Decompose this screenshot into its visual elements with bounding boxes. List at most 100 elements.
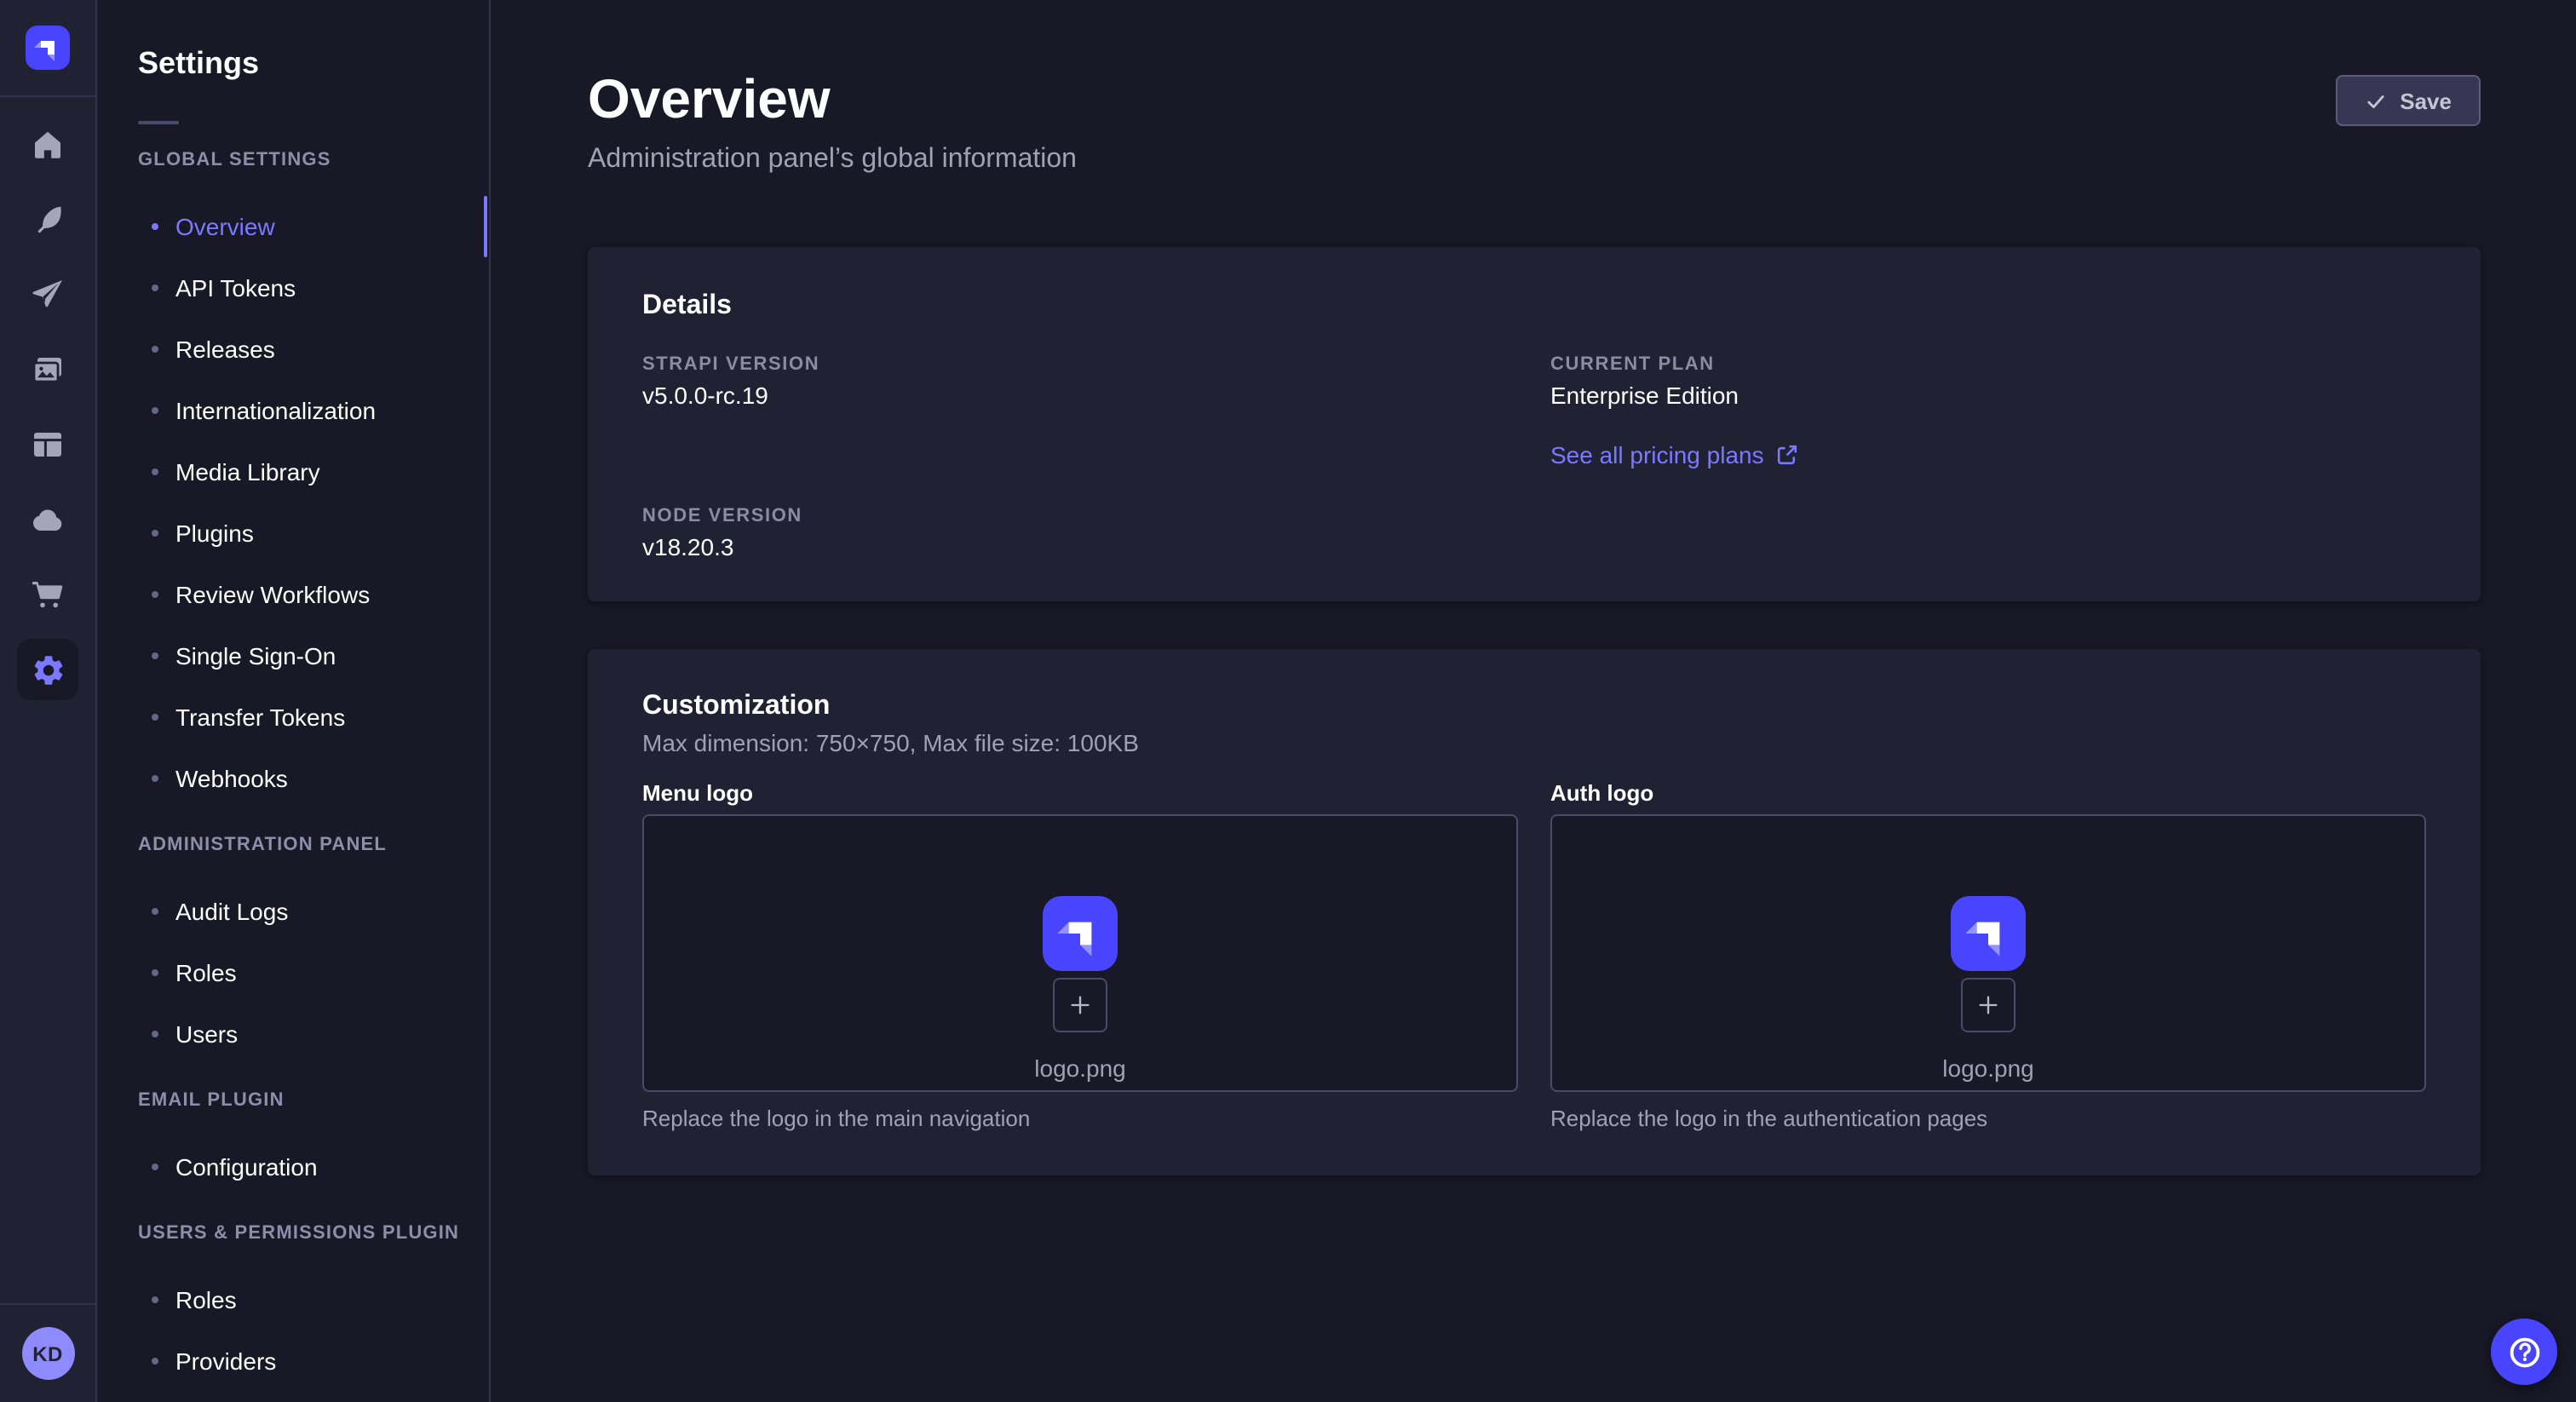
sidebar-item-up-providers[interactable]: Providers	[97, 1330, 489, 1392]
sidebar-item-label: Providers	[175, 1347, 276, 1375]
releases-paper-plane-icon[interactable]	[17, 264, 78, 325]
sidebar-item-releases[interactable]: Releases	[97, 319, 489, 380]
page-title: Overview	[588, 68, 1077, 129]
sidebar-item-plugins[interactable]: Plugins	[97, 503, 489, 564]
bullet-icon	[152, 775, 158, 782]
menu-logo-dropzone[interactable]: logo.png	[642, 814, 1518, 1092]
settings-gear-icon[interactable]	[17, 639, 78, 700]
section-label: EMAIL PLUGIN	[138, 1085, 489, 1116]
sidebar-item-label: Overview	[175, 213, 275, 240]
sidebar-item-audit-logs[interactable]: Audit Logs	[97, 881, 489, 942]
question-mark-icon	[2505, 1333, 2543, 1370]
bullet-icon	[152, 1358, 158, 1365]
page-subtitle: Administration panel’s global informatio…	[588, 143, 1077, 177]
sidebar-item-review-workflows[interactable]: Review Workflows	[97, 564, 489, 625]
help-button[interactable]	[2491, 1319, 2557, 1385]
sidebar-item-label: Configuration	[175, 1153, 318, 1181]
marketplace-cart-icon[interactable]	[17, 564, 78, 625]
field-value: Enterprise Edition	[1550, 382, 2426, 411]
customization-card-title: Customization	[642, 690, 2426, 724]
bullet-icon	[152, 530, 158, 537]
strapi-mark-icon	[1963, 908, 2014, 959]
bullet-icon	[152, 1296, 158, 1303]
save-button[interactable]: Save	[2335, 75, 2481, 126]
bullet-icon	[152, 1164, 158, 1170]
check-icon	[2364, 89, 2386, 112]
auth-logo-hint: Replace the logo in the authentication p…	[1550, 1107, 2426, 1131]
sidebar-item-admin-roles[interactable]: Roles	[97, 942, 489, 1003]
section-label: GLOBAL SETTINGS	[138, 145, 489, 175]
sidebar-item-label: API Tokens	[175, 274, 296, 302]
user-avatar[interactable]: KD	[21, 1327, 74, 1380]
field-label: NODE VERSION	[642, 504, 1518, 528]
field-value: v18.20.3	[642, 533, 1518, 562]
sidebar-item-api-tokens[interactable]: API Tokens	[97, 257, 489, 319]
sidebar-item-media-library[interactable]: Media Library	[97, 441, 489, 503]
plus-icon	[1065, 990, 1095, 1020]
sidebar-item-overview[interactable]: Overview	[97, 196, 489, 257]
sidebar-item-admin-users[interactable]: Users	[97, 1003, 489, 1065]
menu-logo-filename: logo.png	[1034, 1056, 1125, 1080]
auth-logo-label: Auth logo	[1550, 782, 2426, 806]
main-content: Overview Administration panel’s global i…	[492, 0, 2576, 1402]
sidebar-item-label: Media Library	[175, 458, 320, 486]
pricing-plans-link[interactable]: See all pricing plans	[1550, 438, 1798, 472]
sidebar-item-label: Releases	[175, 336, 275, 363]
strapi-version-field: STRAPI VERSION v5.0.0-rc.19	[642, 353, 1518, 472]
menu-logo-add-button[interactable]	[1053, 978, 1107, 1032]
menu-logo-preview	[1043, 896, 1118, 971]
sidebar-item-single-sign-on[interactable]: Single Sign-On	[97, 625, 489, 687]
strapi-admin: KD Settings GLOBAL SETTINGS Overview API…	[0, 0, 2576, 1402]
subnav-title-rule	[138, 121, 179, 124]
bullet-icon	[152, 652, 158, 659]
customization-card-subtitle: Max dimension: 750×750, Max file size: 1…	[642, 727, 2426, 758]
strapi-mark-icon	[32, 32, 63, 63]
sidebar-item-email-configuration[interactable]: Configuration	[97, 1136, 489, 1198]
active-indicator	[484, 196, 487, 257]
section-label: ADMINISTRATION PANEL	[138, 830, 489, 860]
sidebar-item-webhooks[interactable]: Webhooks	[97, 748, 489, 809]
field-label: STRAPI VERSION	[642, 353, 1518, 376]
section-label: USERS & PERMISSIONS PLUGIN	[138, 1218, 489, 1249]
auth-logo-column: Auth logo	[1550, 758, 2426, 1131]
bullet-icon	[152, 908, 158, 915]
settings-subnav: Settings GLOBAL SETTINGS Overview API To…	[97, 0, 491, 1402]
auth-logo-filename: logo.png	[1942, 1056, 2033, 1080]
content-type-builder-layout-icon[interactable]	[17, 414, 78, 475]
bullet-icon	[152, 969, 158, 976]
cloud-icon[interactable]	[17, 489, 78, 550]
strapi-mark-icon	[1055, 908, 1106, 959]
menu-logo-column: Menu logo	[642, 758, 1518, 1131]
content-manager-feather-icon[interactable]	[17, 189, 78, 250]
details-card: Details STRAPI VERSION v5.0.0-rc.19 CURR…	[588, 247, 2481, 601]
home-icon[interactable]	[17, 114, 78, 175]
main-nav-rail: KD	[0, 0, 97, 1402]
sidebar-item-label: Users	[175, 1020, 238, 1048]
customization-card: Customization Max dimension: 750×750, Ma…	[588, 649, 2481, 1175]
bullet-icon	[152, 1031, 158, 1037]
sidebar-item-internationalization[interactable]: Internationalization	[97, 380, 489, 441]
subnav-title: Settings	[138, 43, 489, 83]
menu-logo-hint: Replace the logo in the main navigation	[642, 1107, 1518, 1131]
media-library-images-icon[interactable]	[17, 339, 78, 400]
bullet-icon	[152, 346, 158, 353]
sidebar-item-label: Webhooks	[175, 765, 288, 792]
auth-logo-add-button[interactable]	[1961, 978, 2015, 1032]
auth-logo-preview	[1951, 896, 2026, 971]
rail-divider-bottom	[0, 1303, 95, 1305]
bullet-icon	[152, 591, 158, 598]
sidebar-item-transfer-tokens[interactable]: Transfer Tokens	[97, 687, 489, 748]
sidebar-item-label: Internationalization	[175, 397, 376, 424]
details-card-title: Details	[642, 290, 2426, 324]
section-global-settings: GLOBAL SETTINGS Overview API Tokens Rele…	[97, 145, 489, 809]
section-administration-panel: ADMINISTRATION PANEL Audit Logs Roles Us…	[97, 830, 489, 1065]
bullet-icon	[152, 714, 158, 721]
strapi-logo[interactable]	[26, 26, 70, 70]
sidebar-item-label: Roles	[175, 1286, 237, 1313]
auth-logo-dropzone[interactable]: logo.png	[1550, 814, 2426, 1092]
sidebar-item-label: Single Sign-On	[175, 642, 336, 669]
sidebar-item-up-roles[interactable]: Roles	[97, 1269, 489, 1330]
rail-divider	[0, 95, 95, 97]
bullet-icon	[152, 223, 158, 230]
field-label: CURRENT PLAN	[1550, 353, 2426, 376]
